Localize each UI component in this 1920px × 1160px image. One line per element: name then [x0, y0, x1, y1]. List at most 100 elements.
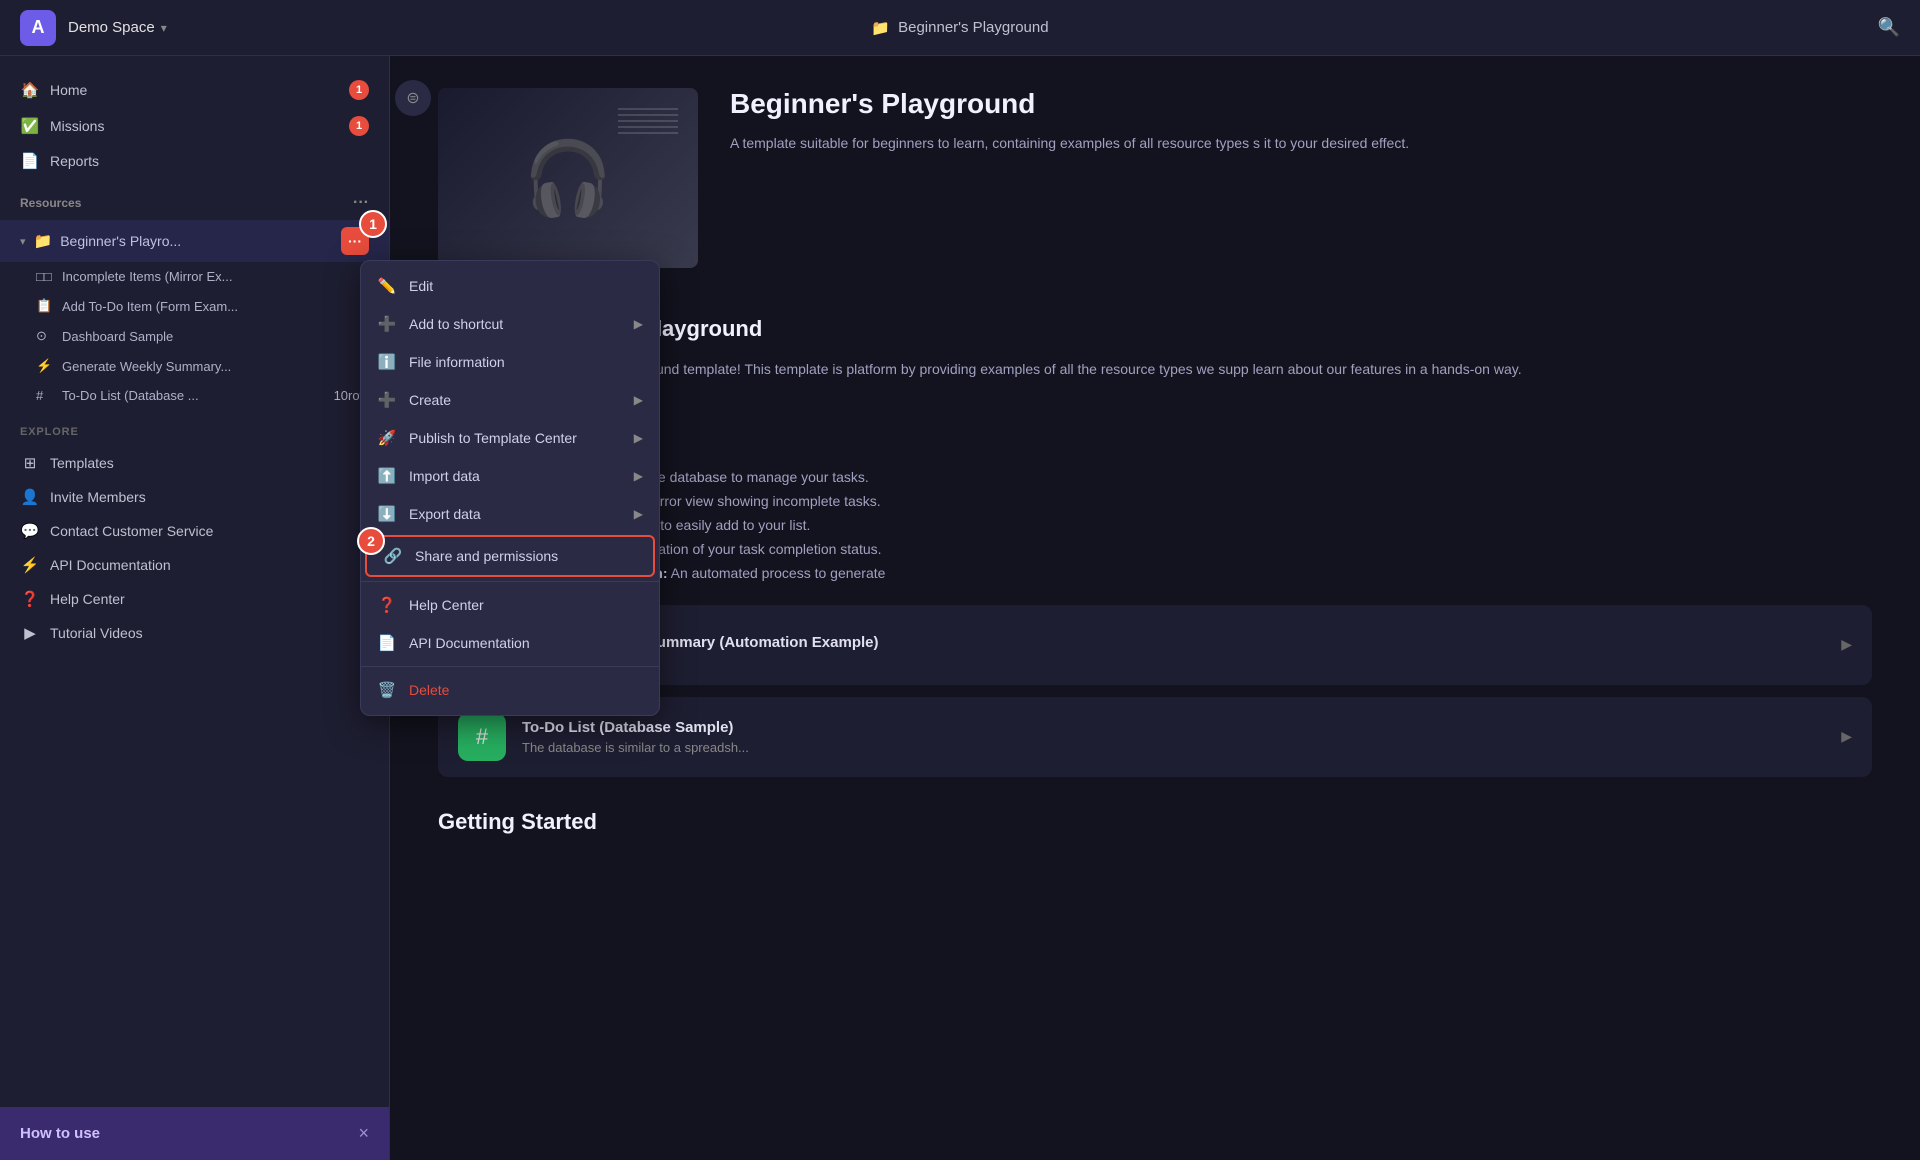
breadcrumb: 📁 Beginner's Playground [871, 19, 1048, 37]
hero-image: 🎧 [438, 88, 698, 268]
publish-arrow-icon: ▶ [634, 431, 643, 445]
annotation-badge-2: 2 [357, 527, 385, 555]
import-icon: ⬆️ [377, 467, 397, 485]
api-doc-icon: 📄 [377, 634, 397, 652]
api-icon: ⚡ [20, 556, 40, 574]
menu-divider-2 [361, 666, 659, 667]
templates-icon: ⊞ [20, 454, 40, 472]
export-icon: ⬇️ [377, 505, 397, 523]
menu-label-fileinfo: File information [409, 354, 505, 370]
menu-item-api-doc[interactable]: 📄 API Documentation [361, 624, 659, 662]
context-menu-panel: ✏️ Edit ➕ Add to shortcut ▶ ℹ️ File info… [360, 260, 660, 716]
tree-parent-label: Beginner's Playro... [60, 233, 333, 249]
arrow-icon: ▶ [634, 317, 643, 331]
sidebar-item-help[interactable]: ❓ Help Center [0, 582, 389, 616]
menu-label-publish: Publish to Template Center [409, 430, 577, 446]
hero-title: Beginner's Playground [730, 88, 1409, 120]
tree-item-label-generate: Generate Weekly Summary... [62, 359, 369, 374]
banner-text: How to use [20, 1125, 100, 1142]
banner-close-button[interactable]: × [358, 1123, 369, 1144]
menu-item-publish[interactable]: 🚀 Publish to Template Center ▶ [361, 419, 659, 457]
scroll-icon: ⊜ [406, 88, 419, 108]
create-arrow-icon: ▶ [634, 393, 643, 407]
help-icon: ❓ [20, 590, 40, 608]
tree-item-addtodo[interactable]: 📋 Add To-Do Item (Form Exam... [0, 291, 389, 321]
sidebar-label-templates: Templates [50, 455, 114, 471]
sidebar: 🏠 Home 1 ✅ Missions 1 📄 Reports Resource… [0, 56, 390, 1160]
tree-item-label-dashboard: Dashboard Sample [62, 329, 369, 344]
tree-item-dashboard[interactable]: ⊙ Dashboard Sample [0, 321, 389, 351]
search-button[interactable]: 🔍 [1878, 17, 1900, 38]
menu-label-import: Import data [409, 468, 480, 484]
scroll-button[interactable]: ⊜ [395, 80, 431, 116]
sidebar-label-invite: Invite Members [50, 489, 146, 505]
share-icon: 🔗 [383, 547, 403, 565]
explore-label: Explore [0, 426, 389, 446]
sidebar-item-apidocs[interactable]: ⚡ API Documentation [0, 548, 389, 582]
menu-label-apidoc: API Documentation [409, 635, 530, 651]
info-icon: ℹ️ [377, 353, 397, 371]
space-selector[interactable]: Demo Space ▾ [68, 19, 167, 36]
menu-item-delete[interactable]: 🗑️ Delete [361, 671, 659, 709]
automation-icon: ⚡ [36, 358, 54, 374]
sidebar-label-help: Help Center [50, 591, 125, 607]
tree-item-generate[interactable]: ⚡ Generate Weekly Summary... [0, 351, 389, 381]
card-text-generate: Generate Weekly Summary (Automation Exam… [522, 634, 1825, 655]
card-text-todo: To-Do List (Database Sample) The databas… [522, 719, 1825, 755]
menu-item-share[interactable]: 2 🔗 Share and permissions [365, 535, 655, 577]
sidebar-label-missions: Missions [50, 118, 104, 134]
app-logo: A [20, 10, 56, 46]
breadcrumb-folder-icon: 📁 [871, 19, 890, 37]
form-icon: 📋 [36, 298, 54, 314]
tree-item-todolist[interactable]: # To-Do List (Database ... 10row [0, 381, 389, 410]
reports-icon: 📄 [20, 152, 40, 170]
card-arrow-icon: ▶ [1841, 636, 1852, 653]
context-menu: ✏️ Edit ➕ Add to shortcut ▶ ℹ️ File info… [360, 260, 660, 716]
contact-icon: 💬 [20, 522, 40, 540]
hero-section: 🎧 Beginner's Playground A template suita… [438, 88, 1872, 268]
sidebar-item-missions[interactable]: ✅ Missions 1 [0, 108, 389, 144]
help-center-icon: ❓ [377, 596, 397, 614]
menu-item-edit[interactable]: ✏️ Edit [361, 267, 659, 305]
breadcrumb-title: Beginner's Playground [898, 19, 1048, 36]
sheet-music-decoration [618, 108, 678, 134]
sidebar-label-contact: Contact Customer Service [50, 523, 213, 539]
tree-item-incomplete[interactable]: □□ Incomplete Items (Mirror Ex... [0, 262, 389, 291]
headphones-icon: 🎧 [523, 136, 613, 221]
menu-item-file-info[interactable]: ℹ️ File information [361, 343, 659, 381]
sidebar-item-templates[interactable]: ⊞ Templates [0, 446, 389, 480]
dashboard-icon: ⊙ [36, 328, 54, 344]
card-title-generate: Generate Weekly Summary (Automation Exam… [522, 634, 1825, 651]
sidebar-item-invite[interactable]: 👤 Invite Members [0, 480, 389, 514]
edit-icon: ✏️ [377, 277, 397, 295]
annotation-badge-1: 1 [359, 210, 387, 238]
menu-item-export[interactable]: ⬇️ Export data ▶ [361, 495, 659, 533]
sidebar-item-reports[interactable]: 📄 Reports [0, 144, 389, 178]
menu-label-shortcut: Add to shortcut [409, 316, 503, 332]
topbar: A Demo Space ▾ 📁 Beginner's Playground 🔍 [0, 0, 1920, 56]
publish-icon: 🚀 [377, 429, 397, 447]
tree-parent-beginners[interactable]: ▾ 📁 Beginner's Playro... 1 ··· [0, 220, 389, 262]
sidebar-label-tutorial: Tutorial Videos [50, 625, 143, 641]
sidebar-item-contact[interactable]: 💬 Contact Customer Service [0, 514, 389, 548]
menu-item-import[interactable]: ⬆️ Import data ▶ [361, 457, 659, 495]
menu-item-create[interactable]: ➕ Create ▶ [361, 381, 659, 419]
how-to-banner: How to use × [0, 1107, 389, 1160]
main-layout: 🏠 Home 1 ✅ Missions 1 📄 Reports Resource… [0, 56, 1920, 1160]
sidebar-item-tutorial[interactable]: ▶ Tutorial Videos [0, 616, 389, 650]
sidebar-item-home[interactable]: 🏠 Home 1 [0, 72, 389, 108]
export-arrow-icon: ▶ [634, 507, 643, 521]
sidebar-label-api: API Documentation [50, 557, 171, 573]
shortcut-icon: ➕ [377, 315, 397, 333]
resources-header: Resources ··· [0, 186, 389, 220]
resources-dots-button[interactable]: ··· [353, 194, 369, 212]
sidebar-label-home: Home [50, 82, 87, 98]
tree-folder-icon: 📁 [34, 232, 53, 250]
menu-item-help-center[interactable]: ❓ Help Center [361, 586, 659, 624]
menu-divider [361, 581, 659, 582]
menu-label-helpcenter: Help Center [409, 597, 484, 613]
menu-label-create: Create [409, 392, 451, 408]
menu-item-add-shortcut[interactable]: ➕ Add to shortcut ▶ [361, 305, 659, 343]
menu-label-share: Share and permissions [415, 548, 558, 564]
tutorial-icon: ▶ [20, 624, 40, 642]
